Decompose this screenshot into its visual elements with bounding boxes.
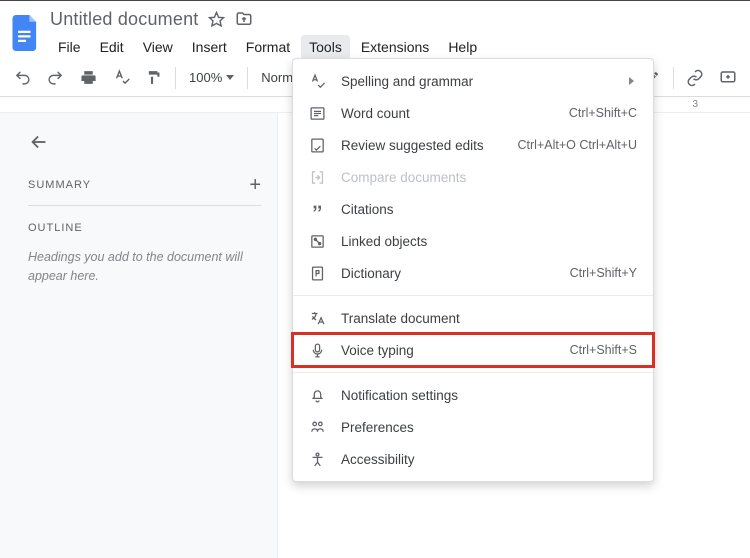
- menu-item-label: Accessibility: [341, 452, 637, 467]
- summary-heading: SUMMARY: [28, 179, 91, 191]
- menu-item-label: Spelling and grammar: [341, 74, 613, 89]
- menu-item-compare-documents: Compare documents: [293, 161, 653, 193]
- menu-item-shortcut: Ctrl+Alt+O Ctrl+Alt+U: [518, 138, 637, 152]
- menu-item-shortcut: Ctrl+Shift+C: [569, 106, 637, 120]
- menu-item-accessibility[interactable]: Accessibility: [293, 443, 653, 475]
- menu-item-dictionary[interactable]: Dictionary Ctrl+Shift+Y: [293, 257, 653, 289]
- ruler-tick: 3: [692, 99, 698, 110]
- undo-button[interactable]: [10, 66, 34, 90]
- redo-button[interactable]: [43, 66, 67, 90]
- submenu-arrow-icon: [627, 76, 637, 86]
- compare-icon: [307, 167, 327, 187]
- chevron-down-icon: [226, 75, 234, 80]
- menu-item-label: Compare documents: [341, 170, 637, 185]
- accessibility-icon: [307, 449, 327, 469]
- add-summary-button[interactable]: +: [249, 175, 261, 195]
- translate-icon: [307, 308, 327, 328]
- menu-item-voice-typing[interactable]: Voice typing Ctrl+Shift+S: [293, 334, 653, 366]
- menu-item-review-suggested-edits[interactable]: Review suggested edits Ctrl+Alt+O Ctrl+Al…: [293, 129, 653, 161]
- document-title[interactable]: Untitled document: [50, 9, 198, 30]
- spellcheck-icon: [307, 71, 327, 91]
- bell-icon: [307, 385, 327, 405]
- menu-item-preferences[interactable]: Preferences: [293, 411, 653, 443]
- menubar-item-insert[interactable]: Insert: [184, 35, 235, 59]
- menubar-item-extensions[interactable]: Extensions: [353, 35, 437, 59]
- insert-comment-button[interactable]: [716, 66, 740, 90]
- menu-item-label: Linked objects: [341, 234, 637, 249]
- tools-menu: Spelling and grammar Word count Ctrl+Shift…: [292, 58, 654, 482]
- paint-format-button[interactable]: [142, 66, 166, 90]
- zoom-select[interactable]: 100%: [185, 70, 238, 85]
- header: Untitled document FileEditViewInsertForm…: [0, 1, 750, 59]
- dictionary-icon: [307, 263, 327, 283]
- menu-item-label: Preferences: [341, 420, 637, 435]
- sidebar-back-button[interactable]: [28, 131, 261, 153]
- outline-heading: OUTLINE: [28, 222, 261, 234]
- docs-logo[interactable]: [8, 9, 44, 57]
- menu-item-label: Dictionary: [341, 266, 556, 281]
- menu-item-shortcut: Ctrl+Shift+Y: [570, 266, 637, 280]
- menu-item-label: Citations: [341, 202, 637, 217]
- review-icon: [307, 135, 327, 155]
- menu-item-linked-objects[interactable]: Linked objects: [293, 225, 653, 257]
- menu-item-label: Review suggested edits: [341, 138, 504, 153]
- move-folder-icon[interactable]: [235, 10, 253, 28]
- prefs-icon: [307, 417, 327, 437]
- menu-item-spelling-and-grammar[interactable]: Spelling and grammar: [293, 65, 653, 97]
- toolbar-separator: [175, 67, 176, 89]
- menu-item-label: Translate document: [341, 311, 637, 326]
- linked-icon: [307, 231, 327, 251]
- menubar-item-view[interactable]: View: [135, 35, 181, 59]
- print-button[interactable]: [76, 66, 100, 90]
- mic-icon: [307, 340, 327, 360]
- zoom-value: 100%: [189, 70, 222, 85]
- outline-hint: Headings you add to the document will ap…: [28, 248, 261, 286]
- menubar-item-help[interactable]: Help: [440, 35, 485, 59]
- star-icon[interactable]: [208, 11, 225, 28]
- citations-icon: [307, 199, 327, 219]
- sidebar-divider: [28, 205, 261, 206]
- menu-item-translate-document[interactable]: Translate document: [293, 302, 653, 334]
- outline-sidebar: SUMMARY + OUTLINE Headings you add to th…: [0, 113, 278, 558]
- menu-separator: [293, 372, 653, 373]
- menubar-item-format[interactable]: Format: [238, 35, 298, 59]
- menu-item-label: Voice typing: [341, 343, 556, 358]
- toolbar-separator: [673, 67, 674, 89]
- menu-item-label: Word count: [341, 106, 555, 121]
- menubar-item-edit[interactable]: Edit: [92, 35, 132, 59]
- menu-item-shortcut: Ctrl+Shift+S: [570, 343, 637, 357]
- menu-item-notification-settings[interactable]: Notification settings: [293, 379, 653, 411]
- toolbar-separator: [247, 67, 248, 89]
- menu-item-citations[interactable]: Citations: [293, 193, 653, 225]
- menubar-item-tools[interactable]: Tools: [301, 35, 350, 59]
- spellcheck-button[interactable]: [109, 66, 133, 90]
- insert-link-button[interactable]: [683, 66, 707, 90]
- menubar: FileEditViewInsertFormatToolsExtensionsH…: [50, 35, 742, 59]
- menu-separator: [293, 295, 653, 296]
- menubar-item-file[interactable]: File: [50, 35, 89, 59]
- wordcount-icon: [307, 103, 327, 123]
- menu-item-label: Notification settings: [341, 388, 637, 403]
- menu-item-word-count[interactable]: Word count Ctrl+Shift+C: [293, 97, 653, 129]
